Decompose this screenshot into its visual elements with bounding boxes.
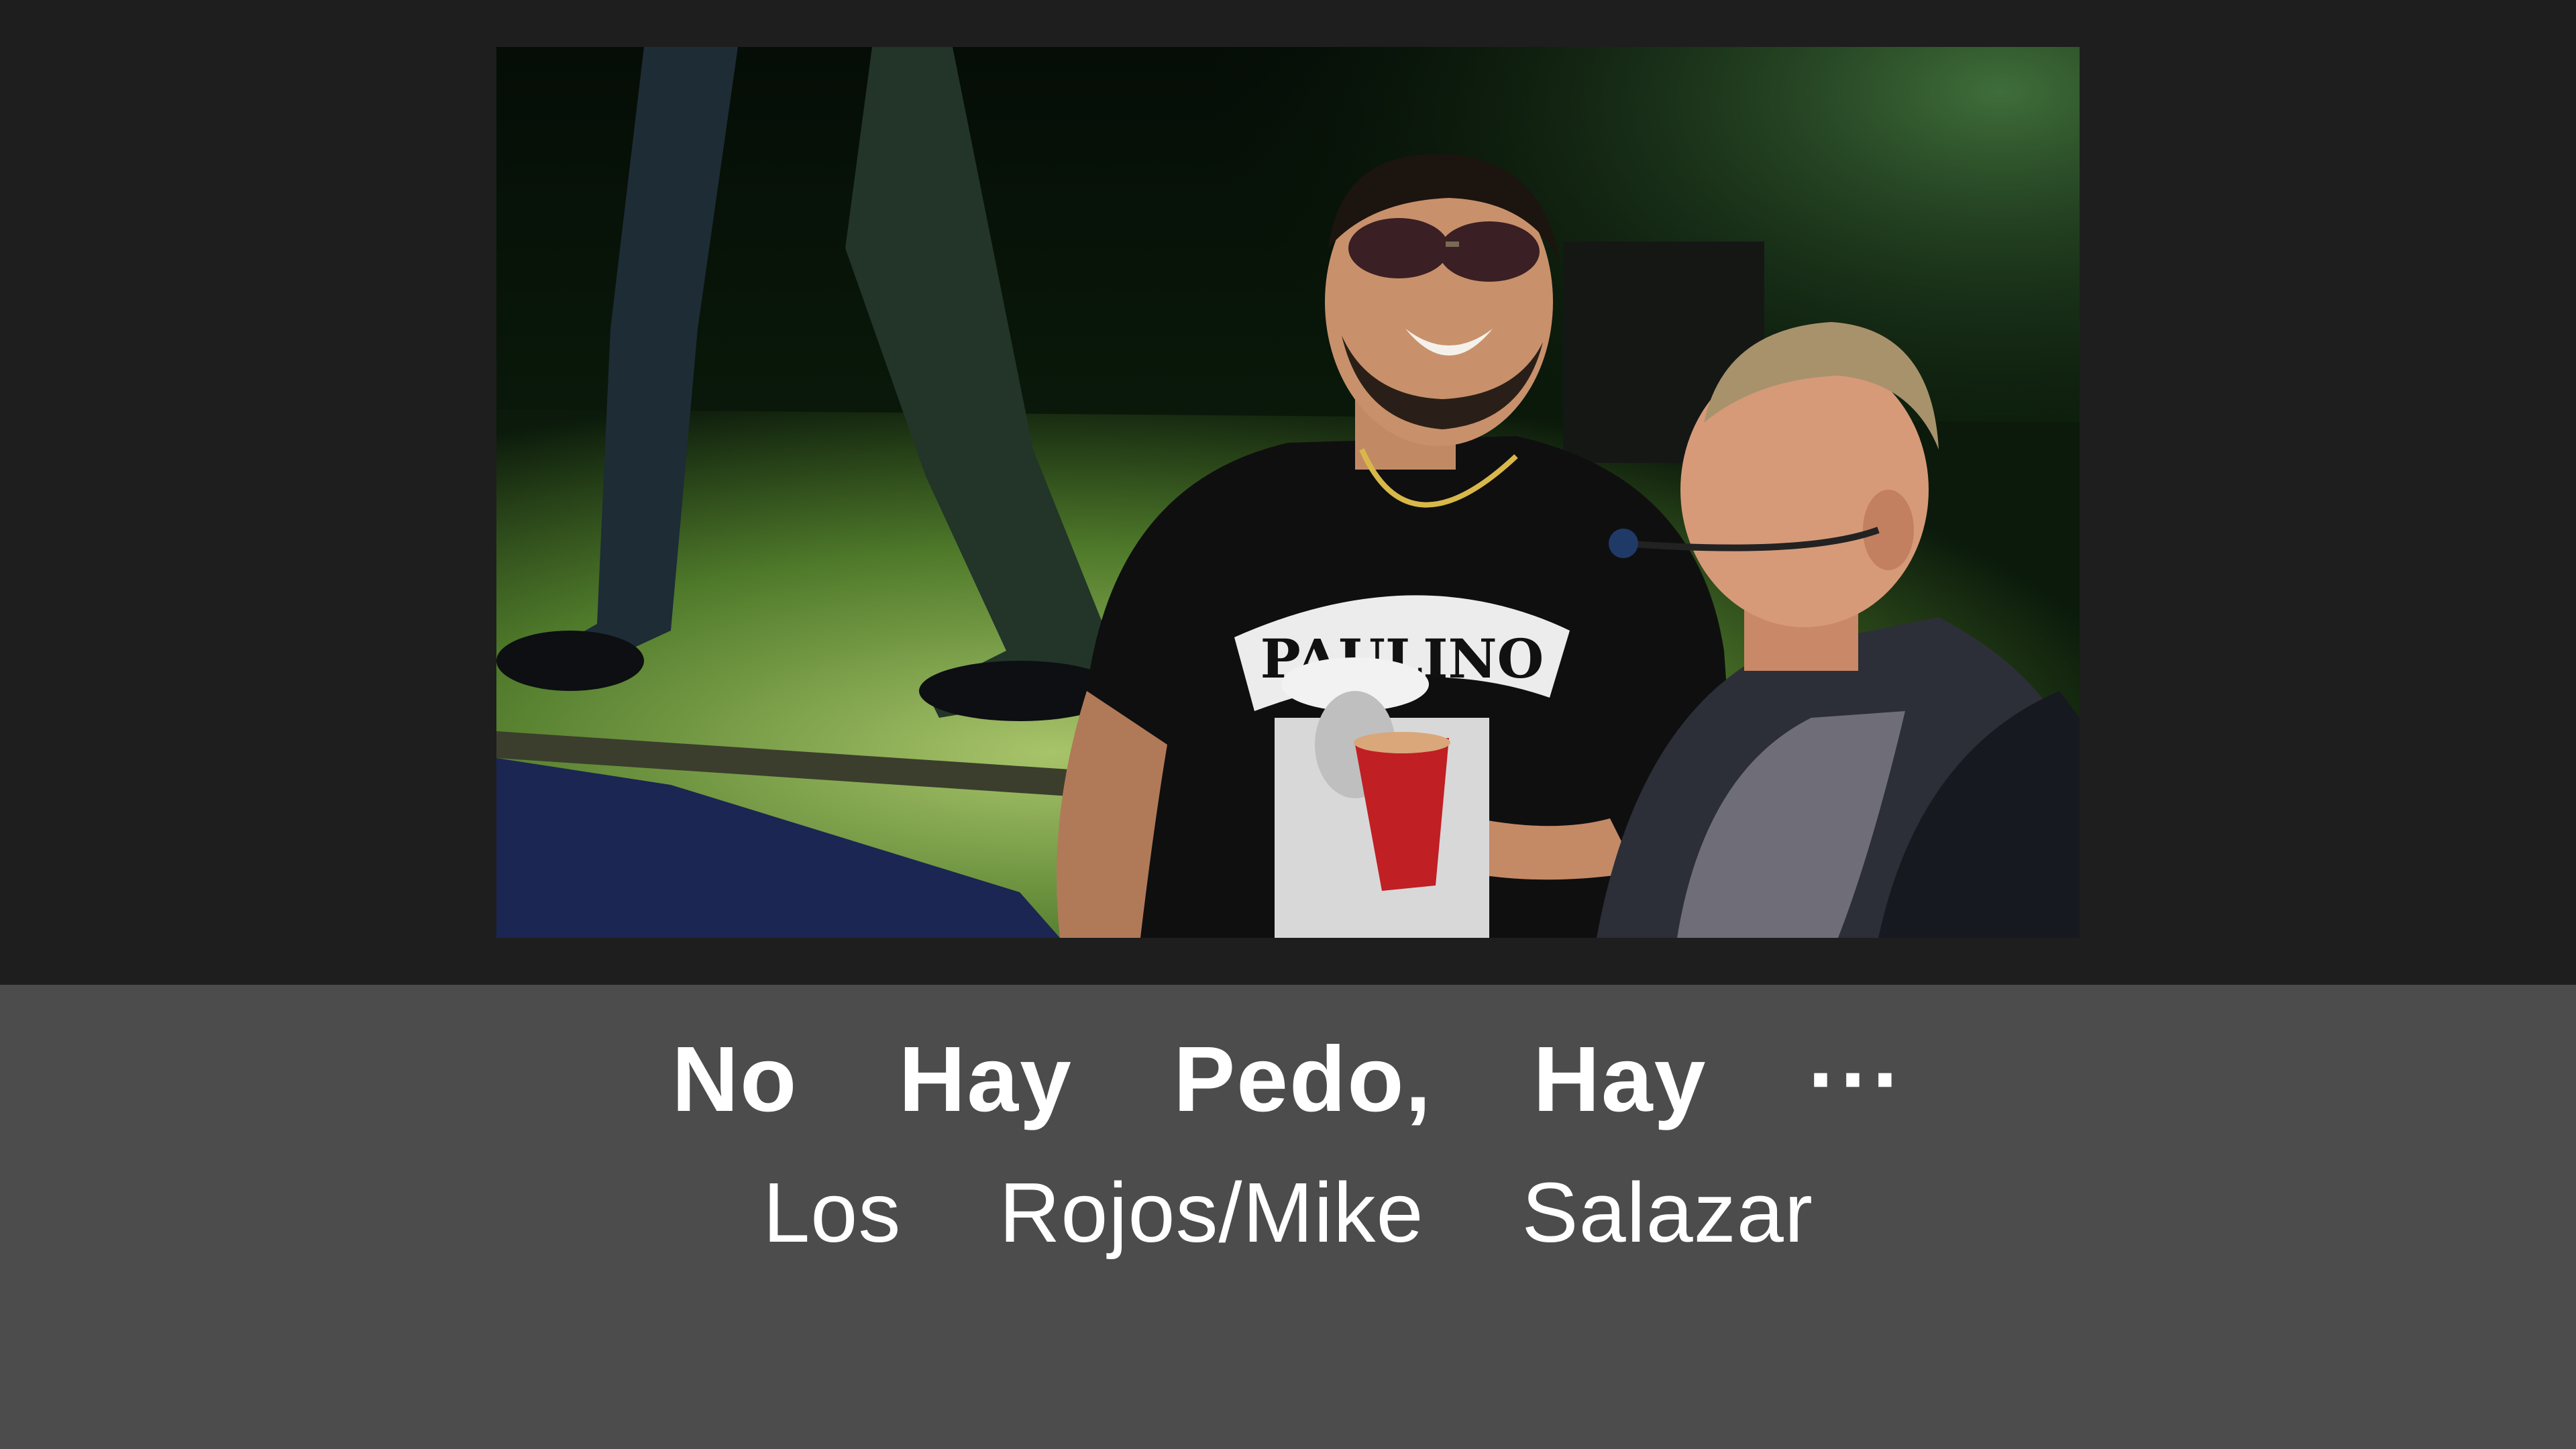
video-frame[interactable]: PAULINO <box>496 47 2080 938</box>
song-artist: Los Rojos/Mike Salazar <box>763 1165 1813 1260</box>
song-title: No Hay Pedo, Hay ··· <box>672 1028 1904 1131</box>
media-player-screen: PAULINO No Hay Pedo, Hay ··· Los Rojos/M… <box>0 0 2576 1449</box>
video-area: PAULINO <box>0 0 2576 985</box>
concert-video-frame-icon: PAULINO <box>496 47 2080 938</box>
